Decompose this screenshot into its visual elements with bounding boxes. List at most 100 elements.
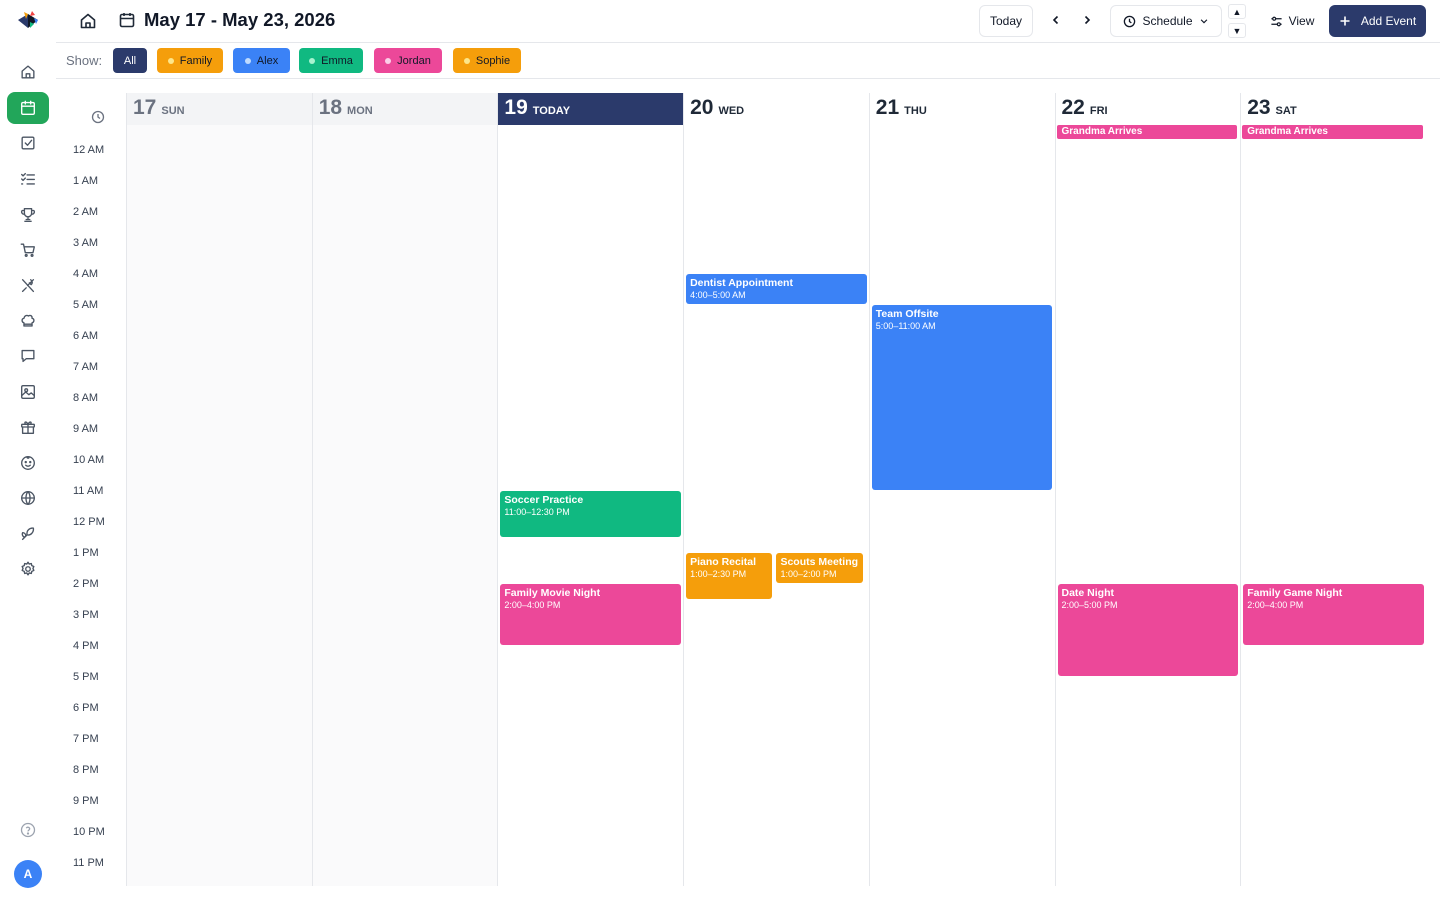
clock-icon (91, 110, 105, 124)
hour-label: 7 PM (73, 733, 99, 745)
event-title: Date Night (1061, 587, 1115, 599)
day-number: 23 (1247, 96, 1271, 119)
cart-icon (20, 243, 35, 257)
today-button[interactable]: Today (979, 5, 1033, 37)
avatar-initial: A (23, 867, 33, 881)
scroll-up-button[interactable]: ▲ (1228, 4, 1246, 19)
chef-hat-icon (21, 314, 35, 327)
event-time: 2:00–4:00 PM (1247, 600, 1304, 610)
calendar-event[interactable]: Team Offsite 5:00–11:00 AM (871, 305, 1053, 490)
day-name: FRI (1089, 105, 1108, 117)
previous-week-button[interactable] (1046, 10, 1066, 30)
day-header[interactable]: 19 TODAY (498, 93, 684, 125)
filter-chip-family[interactable]: Family (157, 48, 223, 73)
filter-chip-sophie[interactable]: Sophie (453, 48, 521, 73)
chip-label: Sophie (475, 54, 511, 67)
calendar-event[interactable]: Family Movie Night 2:00–4:00 PM (500, 584, 682, 645)
sidebar-item-calendar[interactable] (7, 92, 49, 124)
next-week-button[interactable] (1077, 10, 1097, 30)
sidebar-item-gifts[interactable] (7, 411, 49, 443)
sidebar-item-settings[interactable] (7, 553, 49, 585)
user-avatar[interactable]: A (14, 860, 42, 888)
day-header[interactable]: 20 WED (684, 93, 869, 125)
sidebar-item-shopping[interactable] (7, 234, 49, 266)
app-logo[interactable] (16, 10, 40, 32)
chevron-left-icon (1052, 15, 1059, 25)
hour-label: 10 PM (73, 826, 105, 838)
show-label: Show: (66, 53, 103, 68)
day-header[interactable]: 23 SAT (1241, 93, 1426, 125)
event-title: Soccer Practice (504, 494, 584, 506)
day-column[interactable]: 23 SAT Grandma Arrives Family Game Night 2:0… (1240, 93, 1426, 886)
sidebar-item-plants[interactable] (7, 518, 49, 550)
today-label: Today (989, 14, 1023, 28)
home-icon (21, 65, 35, 79)
sidebar-item-home[interactable] (7, 56, 49, 88)
chip-label: Jordan (397, 54, 431, 67)
day-number: 19 (504, 96, 528, 119)
day-column[interactable]: 17 SUN (126, 93, 312, 886)
member-filter-bar: Show: All Family Alex Emma Jordan Sophie (56, 43, 1440, 79)
plus-icon (1340, 16, 1350, 26)
hour-label: 8 PM (73, 764, 99, 776)
day-column[interactable]: 18 MON (311, 93, 498, 886)
gift-icon (21, 421, 35, 434)
view-button[interactable]: View (1260, 5, 1324, 37)
hour-label: 6 AM (73, 330, 99, 342)
sidebar-item-photos[interactable] (7, 376, 49, 408)
sidebar: A (0, 0, 56, 900)
chip-label: All (123, 54, 137, 67)
member-dot (309, 57, 316, 64)
sidebar-item-web[interactable] (7, 482, 49, 514)
calendar-event[interactable]: Soccer Practice 11:00–12:30 PM (500, 491, 682, 537)
calendar-event[interactable]: Date Night 2:00–5:00 PM (1057, 584, 1239, 676)
day-number: 22 (1061, 96, 1085, 119)
top-header: May 17 - May 23, 2026 Today Schedule ▲ ▼… (56, 0, 1440, 43)
home-icon[interactable] (78, 11, 98, 31)
sidebar-item-lists[interactable] (7, 163, 49, 195)
utensils-icon (21, 279, 35, 293)
scroll-stepper: ▲ ▼ (1228, 4, 1248, 38)
sidebar-item-tasks[interactable] (7, 127, 49, 159)
day-header[interactable]: 21 THU (870, 93, 1055, 125)
image-icon (21, 385, 35, 399)
day-column[interactable]: 22 FRI Grandma Arrives Date Night 2:00–5:00 … (1054, 93, 1241, 886)
all-day-event[interactable]: Grandma Arrives (1242, 125, 1423, 139)
calendar-event[interactable]: Scouts Meeting 1:00–2:00 PM (776, 553, 863, 583)
hour-label: 10 AM (73, 454, 105, 466)
sidebar-item-meals[interactable] (7, 270, 49, 302)
filter-chip-all[interactable]: All (113, 48, 147, 73)
schedule-dropdown[interactable]: Schedule (1110, 5, 1222, 37)
day-header[interactable]: 17 SUN (127, 93, 312, 125)
day-name: WED (718, 105, 745, 117)
scroll-down-button[interactable]: ▼ (1228, 23, 1246, 38)
sidebar-item-messages[interactable] (7, 340, 49, 372)
day-name: SAT (1275, 105, 1297, 117)
sidebar-item-rewards[interactable] (7, 199, 49, 231)
add-event-button[interactable]: Add Event (1329, 5, 1426, 37)
sidebar-item-kids[interactable] (7, 447, 49, 479)
day-column[interactable]: 20 WED Dentist Appointment 4:00–5:00 AM Pian… (683, 93, 869, 886)
hour-label: 8 AM (73, 392, 99, 404)
event-time: 11:00–12:30 PM (504, 507, 570, 517)
sidebar-item-recipes[interactable] (7, 305, 49, 337)
calendar-event[interactable]: Dentist Appointment 4:00–5:00 AM (686, 274, 867, 304)
trophy-icon (21, 208, 35, 222)
calendar-event[interactable]: Piano Recital 1:00–2:30 PM (686, 553, 773, 599)
hour-label: 7 AM (73, 361, 99, 373)
filter-chip-jordan[interactable]: Jordan (374, 48, 442, 73)
calendar-event[interactable]: Family Game Night 2:00–4:00 PM (1243, 584, 1424, 645)
day-header[interactable]: 22 FRI (1056, 93, 1241, 125)
calendar-icon (21, 100, 35, 115)
help-icon[interactable] (20, 822, 36, 838)
chevron-down-icon (1200, 19, 1207, 24)
day-header[interactable]: 18 MON (312, 93, 498, 125)
day-column[interactable]: 19 TODAY Soccer Practice 11:00–12:30 PM Fami… (497, 93, 684, 886)
hour-label: 9 PM (73, 795, 99, 807)
all-day-event[interactable]: Grandma Arrives (1056, 125, 1238, 139)
filter-chip-alex[interactable]: Alex (233, 48, 290, 73)
day-column[interactable]: 21 THU Team Offsite 5:00–11:00 AM (868, 93, 1055, 886)
filter-chip-emma[interactable]: Emma (299, 48, 363, 73)
event-time: 1:00–2:00 PM (780, 569, 837, 579)
add-event-label: Add Event (1360, 14, 1417, 28)
